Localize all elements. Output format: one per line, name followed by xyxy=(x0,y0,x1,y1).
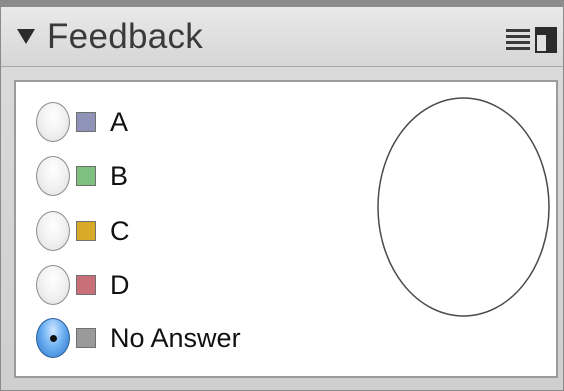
panel-titlebar: Feedback xyxy=(1,1,563,67)
collapse-triangle-icon[interactable] xyxy=(17,29,35,44)
option-label: D xyxy=(110,270,130,300)
option-label: No Answer xyxy=(110,323,241,353)
feedback-content: A B C D No Answer xyxy=(14,80,558,378)
option-label: A xyxy=(110,107,129,137)
feedback-panel: Feedback A B C D No Answer xyxy=(0,0,564,391)
radio-button[interactable] xyxy=(36,211,70,251)
color-swatch xyxy=(76,275,96,295)
color-swatch xyxy=(76,112,96,132)
option-label: C xyxy=(110,216,130,246)
color-swatch xyxy=(76,221,96,241)
radio-button[interactable] xyxy=(36,265,70,305)
panel-menu-icon[interactable] xyxy=(506,29,530,51)
color-swatch xyxy=(76,166,96,186)
radio-button[interactable] xyxy=(36,156,70,196)
radio-button-selected[interactable] xyxy=(36,318,70,358)
response-pie-chart xyxy=(377,97,550,317)
option-label: B xyxy=(110,161,129,191)
panel-title: Feedback xyxy=(47,17,204,56)
color-swatch xyxy=(76,328,96,348)
dock-icon[interactable] xyxy=(535,27,557,53)
pie-outline xyxy=(377,97,550,317)
radio-button[interactable] xyxy=(36,102,70,142)
radio-selected-dot xyxy=(50,335,57,342)
